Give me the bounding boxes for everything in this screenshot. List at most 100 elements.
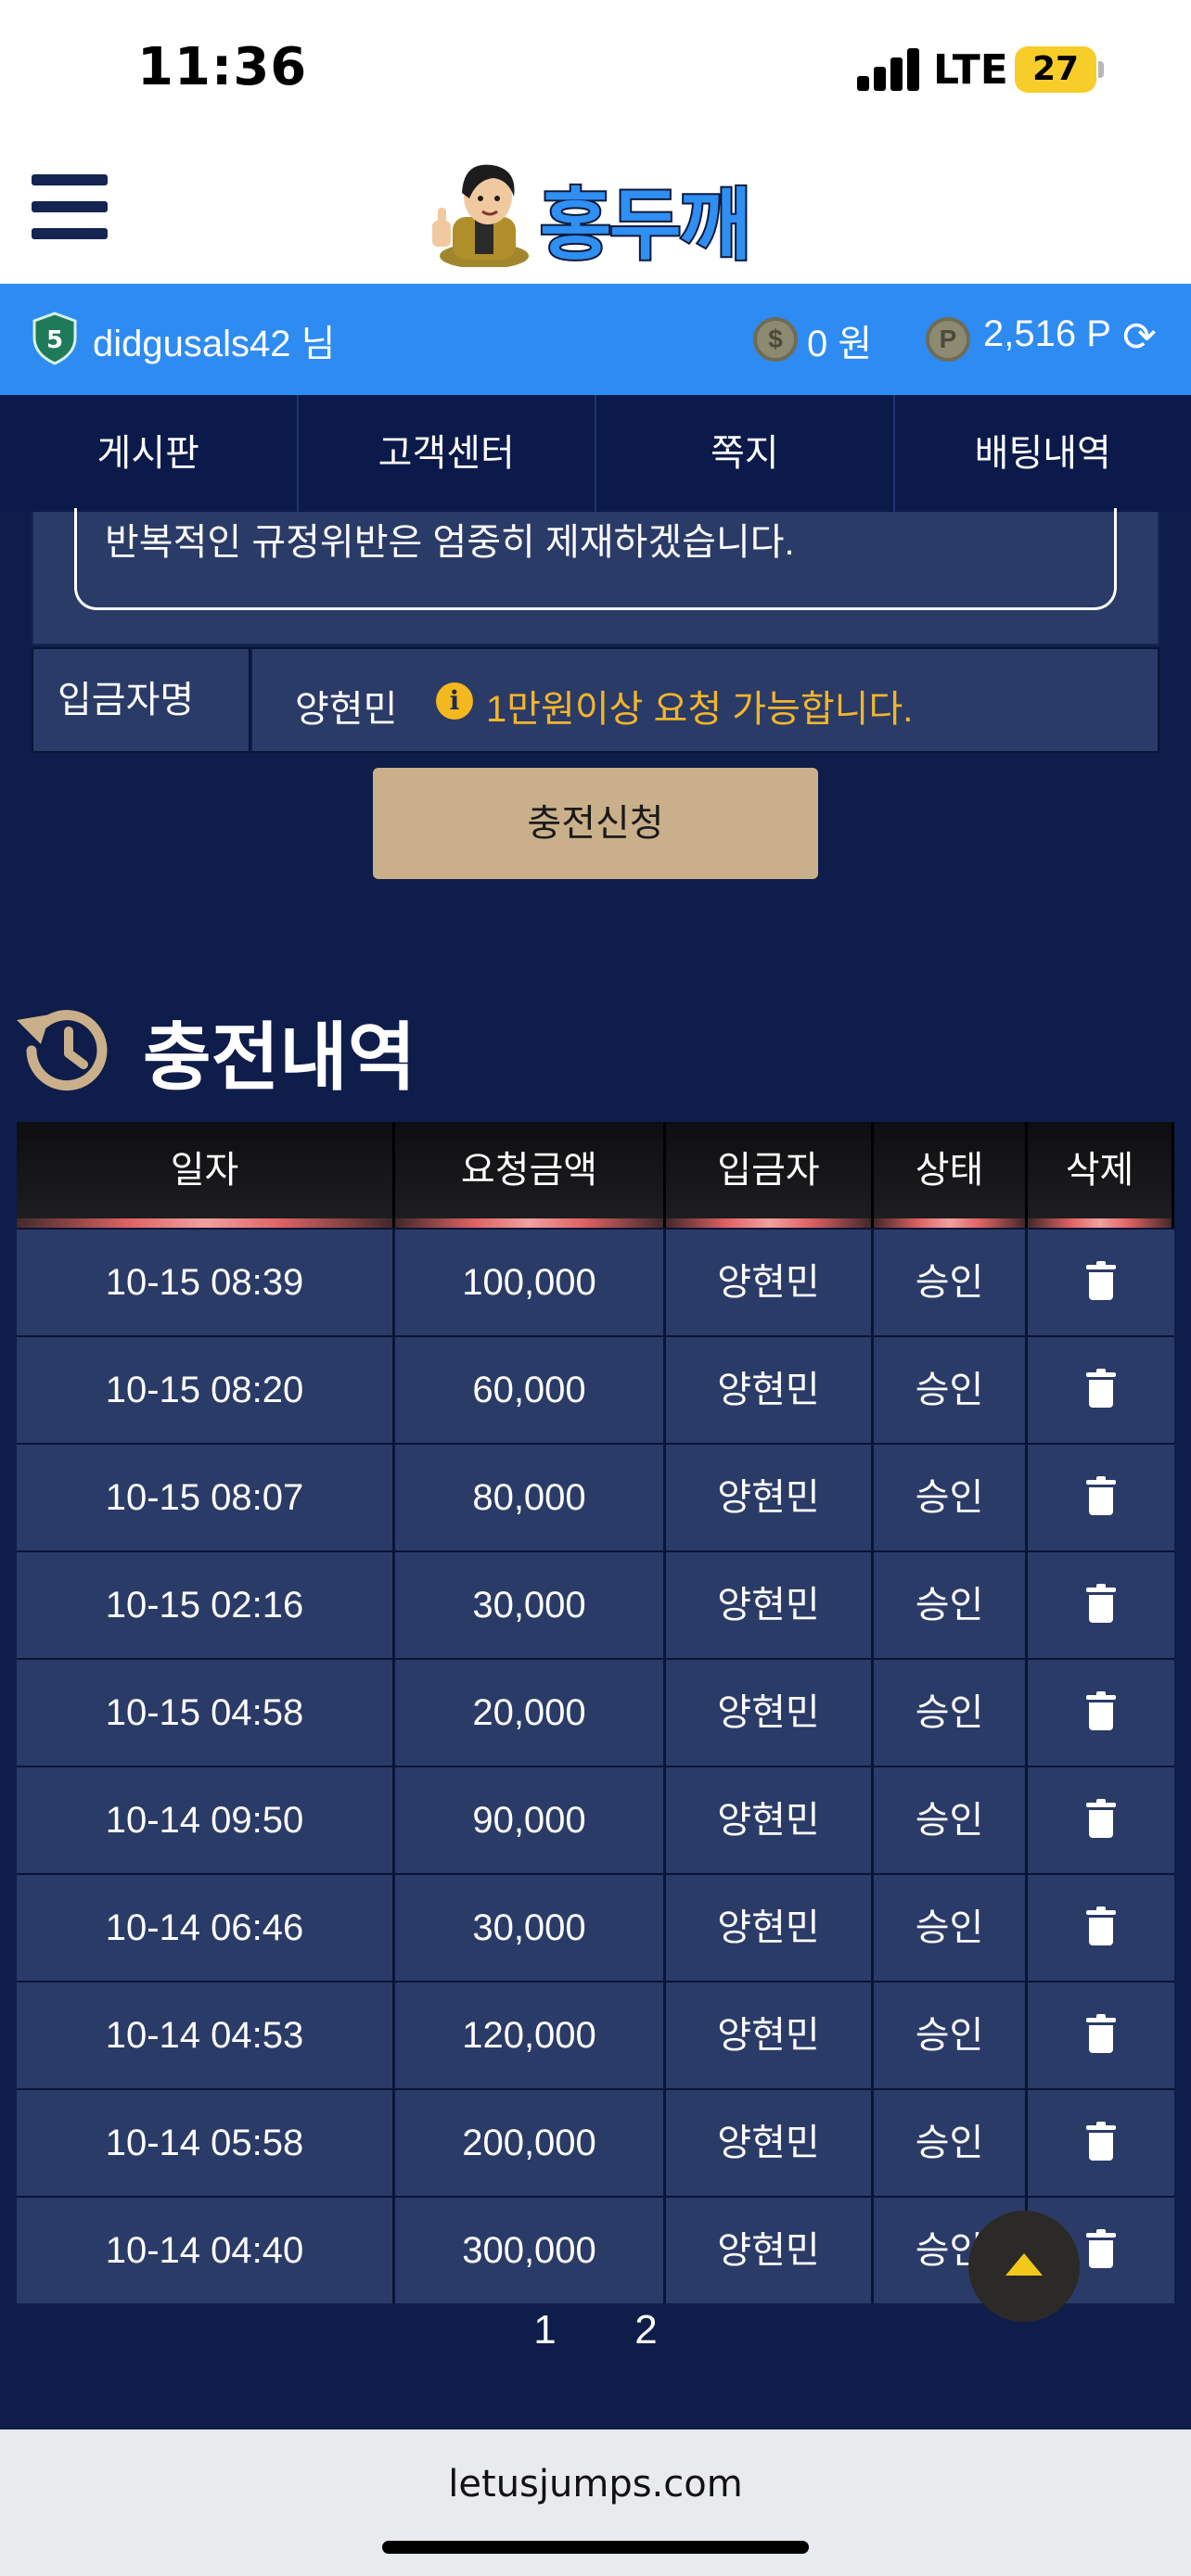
- depositor-name: 양현민: [295, 689, 398, 730]
- cell-status: 승인: [874, 1337, 1028, 1443]
- cell-delete: [1028, 1445, 1174, 1550]
- charge-form-panel: 반복적인 규정위반은 엄중히 제재하겠습니다.: [32, 508, 1159, 645]
- user-bar: 5 didgusals42 님 $ 0 원 P 2,516 P ⟳: [0, 284, 1191, 395]
- url-text: letusjumps.com: [448, 2463, 743, 2506]
- cell-date: 10-14 06:46: [17, 1875, 395, 1981]
- trash-icon[interactable]: [1086, 2122, 1116, 2162]
- cell-delete: [1028, 1983, 1174, 2088]
- site-logo[interactable]: 홍두깨: [429, 156, 762, 273]
- cell-status: 승인: [874, 2090, 1028, 2196]
- cell-amount: 200,000: [395, 2090, 666, 2196]
- cell-status: 승인: [874, 1445, 1028, 1550]
- cell-depositor: 양현민: [666, 2090, 874, 2196]
- notice-box: 반복적인 규정위반은 엄중히 제재하겠습니다.: [74, 508, 1117, 610]
- cell-depositor: 양현민: [666, 1983, 874, 2088]
- trash-icon[interactable]: [1086, 1584, 1116, 1624]
- cell-depositor: 양현민: [666, 1660, 874, 1766]
- browser-url-bar[interactable]: letusjumps.com: [0, 2429, 1191, 2576]
- page-number-1[interactable]: 1: [533, 2307, 556, 2353]
- point-coin-icon: P: [926, 317, 970, 362]
- scroll-top-button[interactable]: [968, 2211, 1080, 2322]
- cell-depositor: 양현민: [666, 1767, 874, 1873]
- cell-amount: 90,000: [395, 1767, 666, 1873]
- money-balance: 0 원: [807, 324, 873, 364]
- notice-text: 반복적인 규정위반은 엄중히 제재하겠습니다.: [105, 522, 795, 563]
- history-icon: [17, 1010, 108, 1091]
- cell-delete: [1028, 1337, 1174, 1443]
- mascot-icon: [432, 164, 529, 267]
- table-body: 10-15 08:39 100,000 양현민 승인 10-15 08:20 60,000…: [17, 1228, 1174, 2303]
- money-coin-icon: $: [753, 317, 798, 362]
- cell-amount: 20,000: [395, 1660, 666, 1766]
- table-row: 10-15 08:39 100,000 양현민 승인: [17, 1228, 1174, 1335]
- cell-date: 10-15 04:58: [17, 1660, 395, 1766]
- table-header: 일자 요청금액 입금자 상태 삭제: [17, 1122, 1174, 1228]
- cell-date: 10-14 09:50: [17, 1767, 395, 1873]
- cell-depositor: 양현민: [666, 2198, 874, 2303]
- cell-delete: [1028, 1552, 1174, 1658]
- cell-date: 10-15 08:20: [17, 1337, 395, 1443]
- cell-status: 승인: [874, 1660, 1028, 1766]
- table-row: 10-14 06:46 30,000 양현민 승인: [17, 1873, 1174, 1981]
- table-row: 10-15 08:20 60,000 양현민 승인: [17, 1335, 1174, 1443]
- nav-item-betting-history[interactable]: 배팅내역: [895, 395, 1191, 512]
- level-shield-icon: 5: [32, 312, 77, 365]
- cell-date: 10-14 04:53: [17, 1983, 395, 2088]
- cell-depositor: 양현민: [666, 1230, 874, 1335]
- table-row: 10-15 02:16 30,000 양현민 승인: [17, 1550, 1174, 1658]
- trash-icon[interactable]: [1086, 2014, 1116, 2054]
- cell-amount: 120,000: [395, 1983, 666, 2088]
- hamburger-menu-button[interactable]: [32, 174, 108, 239]
- nav-item-customer-center[interactable]: 고객센터: [299, 395, 596, 512]
- trash-icon[interactable]: [1086, 1691, 1116, 1731]
- main-nav: 게시판 고객센터 쪽지 배팅내역: [0, 395, 1191, 512]
- cell-amount: 100,000: [395, 1230, 666, 1335]
- trash-icon[interactable]: [1086, 1906, 1116, 1946]
- table-row: 10-14 09:50 90,000 양현민 승인: [17, 1766, 1174, 1873]
- trash-icon[interactable]: [1086, 1799, 1116, 1839]
- cell-depositor: 양현민: [666, 1445, 874, 1550]
- column-header-delete: 삭제: [1028, 1122, 1174, 1228]
- cell-date: 10-15 08:39: [17, 1230, 395, 1335]
- network-label: LTE: [933, 46, 1008, 94]
- history-title: 충전내역: [143, 1014, 416, 1101]
- table-row: 10-15 08:07 80,000 양현민 승인: [17, 1443, 1174, 1550]
- table-row: 10-14 05:58 200,000 양현민 승인: [17, 2088, 1174, 2196]
- nav-item-messages[interactable]: 쪽지: [596, 395, 895, 512]
- cell-status: 승인: [874, 1552, 1028, 1658]
- cell-delete: [1028, 2090, 1174, 2196]
- cell-date: 10-15 02:16: [17, 1552, 395, 1658]
- home-indicator[interactable]: [382, 2541, 809, 2554]
- column-header-amount: 요청금액: [395, 1122, 666, 1228]
- refresh-icon[interactable]: ⟳: [1122, 313, 1157, 361]
- cell-date: 10-14 05:58: [17, 2090, 395, 2196]
- depositor-row: 입금자명 양현민 i 1만원이상 요청 가능합니다.: [32, 647, 1159, 753]
- table-row: 10-15 04:58 20,000 양현민 승인: [17, 1658, 1174, 1766]
- cell-depositor: 양현민: [666, 1875, 874, 1981]
- cell-amount: 30,000: [395, 1552, 666, 1658]
- table-row: 10-14 04:53 120,000 양현민 승인: [17, 1981, 1174, 2088]
- cell-amount: 60,000: [395, 1337, 666, 1443]
- charge-request-button[interactable]: 충전신청: [373, 768, 818, 879]
- cell-amount: 300,000: [395, 2198, 666, 2303]
- status-bar: 11:36 LTE 27: [0, 0, 1191, 139]
- depositor-note: 1만원이상 요청 가능합니다.: [486, 689, 914, 730]
- page-number-2[interactable]: 2: [634, 2307, 657, 2353]
- cell-date: 10-14 04:40: [17, 2198, 395, 2303]
- trash-icon[interactable]: [1086, 1476, 1116, 1516]
- trash-icon[interactable]: [1086, 1369, 1116, 1409]
- cell-status: 승인: [874, 1875, 1028, 1981]
- arrow-up-icon: [1005, 2253, 1043, 2276]
- depositor-label: 입금자명: [33, 649, 250, 751]
- cell-amount: 80,000: [395, 1445, 666, 1550]
- trash-icon[interactable]: [1086, 2229, 1116, 2269]
- charge-history-table: 일자 요청금액 입금자 상태 삭제 10-15 08:39 100,000 양현민 승…: [17, 1122, 1174, 2303]
- battery-cap: [1098, 61, 1104, 78]
- battery-icon: 27: [1015, 46, 1096, 93]
- nav-item-board[interactable]: 게시판: [0, 395, 299, 512]
- point-balance: 2,516 P: [983, 313, 1111, 354]
- trash-icon[interactable]: [1086, 1261, 1116, 1301]
- column-header-depositor: 입금자: [666, 1122, 874, 1228]
- cell-delete: [1028, 1660, 1174, 1766]
- signal-icon: [857, 46, 920, 91]
